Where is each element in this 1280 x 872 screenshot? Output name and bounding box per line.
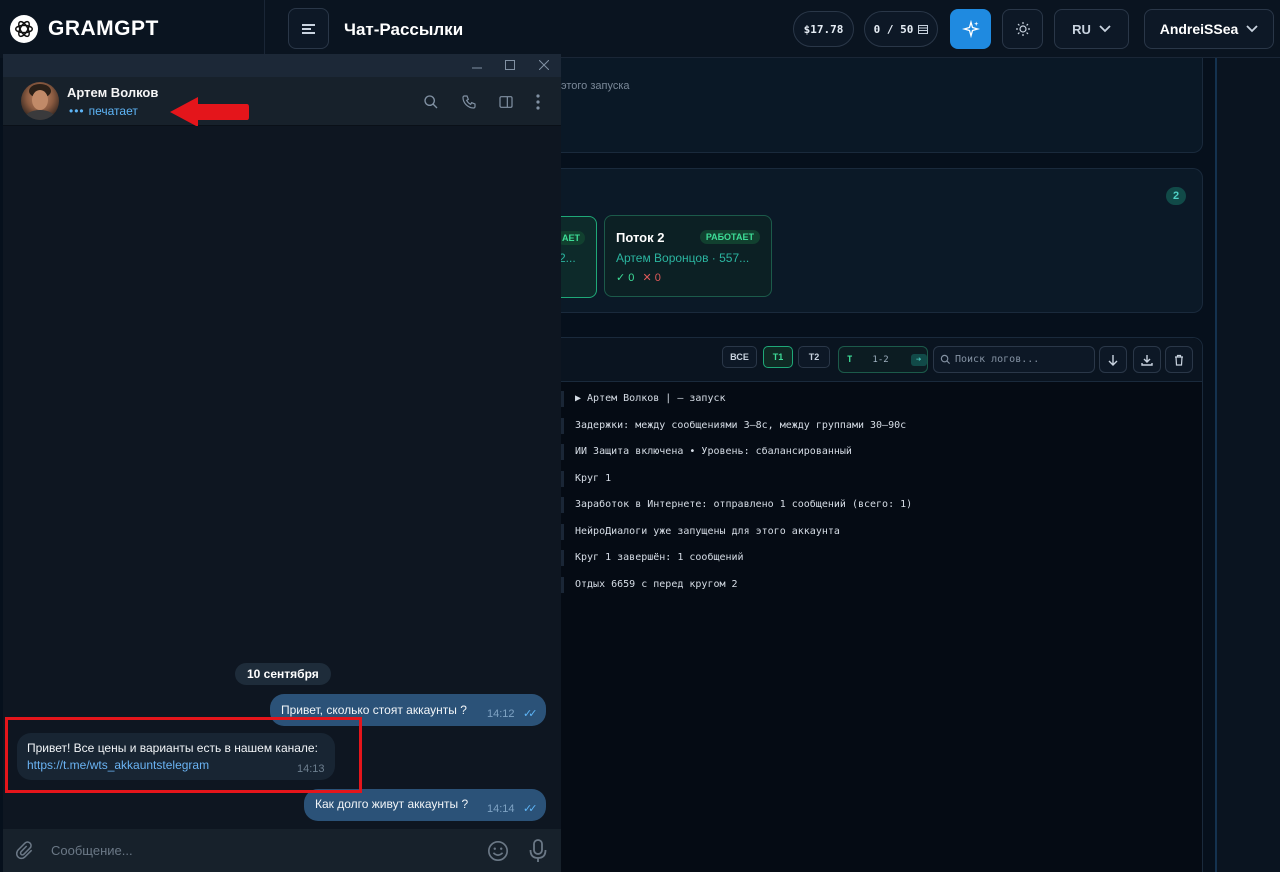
download-button[interactable]	[1133, 346, 1161, 373]
theme-toggle-button[interactable]	[1002, 9, 1043, 49]
message-input[interactable]: Сообщение...	[51, 843, 133, 858]
read-check-icon: ✓✓	[523, 708, 538, 720]
stream-status-badge: АЕТ	[557, 231, 585, 245]
filter-all-button[interactable]: ВСЕ	[722, 346, 757, 368]
search-icon	[940, 354, 951, 365]
stream-subtitle: Артем Воронцов · 557...	[616, 251, 750, 265]
clear-logs-button[interactable]	[1165, 346, 1193, 373]
annotation-arrow-icon	[170, 97, 249, 127]
message-time: 14:12	[487, 708, 515, 720]
arrow-right-icon[interactable]: ➔	[910, 353, 927, 366]
close-icon[interactable]	[536, 57, 552, 73]
annotation-highlight-box	[5, 717, 362, 793]
log-line: НейроДиалоги уже запущены для этого акка…	[561, 524, 840, 540]
ai-sparkle-button[interactable]	[950, 9, 991, 49]
status-text: печатает	[88, 104, 138, 118]
window-titlebar[interactable]	[3, 54, 561, 77]
logs-toolbar: ВСЕ Т1 Т2 Т 1-2 ➔ Поиск логов...	[561, 338, 1202, 382]
emoji-icon[interactable]	[487, 840, 509, 867]
stream-card-1[interactable]: АЕТ 2...	[557, 216, 597, 298]
streams-card: 2 АЕТ 2... Поток 2 РАБОТАЕТ Артем Воронц…	[557, 168, 1203, 313]
stream-card-2[interactable]: Поток 2 РАБОТАЕТ Артем Воронцов · 557...…	[604, 215, 772, 297]
stream-name: Поток 2	[616, 230, 665, 245]
brand-bar: GRAMGPT	[0, 0, 265, 58]
log-line: Круг 1	[561, 471, 611, 487]
sun-icon	[1015, 22, 1030, 36]
filter-t2-button[interactable]: Т2	[798, 346, 830, 368]
date-separator: 10 сентября	[235, 663, 331, 685]
right-panel-edge	[1215, 58, 1280, 872]
card-icon	[918, 24, 929, 34]
message-text: Привет, сколько стоят аккаунты ?	[281, 703, 467, 717]
stream-subtitle: 2...	[559, 251, 576, 265]
counter-value: 0 / 50	[873, 22, 914, 36]
chat-header: Артем Волков ••• печатает	[3, 77, 561, 126]
contact-avatar[interactable]	[21, 82, 59, 120]
range-prefix: Т	[847, 354, 853, 365]
message-outgoing[interactable]: Как долго живут аккаунты ? 14:14 ✓✓	[304, 789, 546, 821]
log-search-input[interactable]: Поиск логов...	[933, 346, 1095, 373]
telegram-window: Артем Волков ••• печатает 10 сентября При…	[3, 54, 561, 872]
stream-range-selector[interactable]: Т 1-2 ➔	[838, 346, 928, 373]
launch-info-card: этого запуска	[561, 58, 1203, 153]
brand-name: GRAMGPT	[48, 17, 159, 40]
log-line: ИИ Защита включена • Уровень: сбалансиро…	[561, 444, 852, 460]
contact-name[interactable]: Артем Волков	[67, 85, 158, 100]
maximize-icon[interactable]	[502, 57, 518, 73]
log-line: Заработок в Интернете: отправлено 1 сооб…	[561, 497, 912, 513]
stream-status-badge: РАБОТАЕТ	[699, 230, 760, 244]
user-menu-button[interactable]: AndreiSSea	[1144, 9, 1274, 49]
message-composer: Сообщение...	[3, 829, 561, 872]
microphone-icon[interactable]	[529, 839, 547, 868]
download-icon	[1141, 354, 1153, 366]
stream-stats: ✓ 0 ✕ 0	[616, 271, 661, 284]
filter-t1-button[interactable]: Т1	[763, 346, 793, 368]
message-text: Как долго живут аккаунты ?	[315, 797, 469, 811]
stream-ok-count: ✓ 0	[616, 272, 635, 284]
balance-badge[interactable]: $17.78	[793, 11, 854, 47]
language-value: RU	[1072, 21, 1091, 37]
arrow-down-icon	[1108, 354, 1118, 366]
log-line: Круг 1 завершён: 1 сообщений	[561, 550, 744, 566]
scroll-down-button[interactable]	[1099, 346, 1127, 373]
attach-icon[interactable]	[15, 840, 35, 867]
counter-badge[interactable]: 0 / 50	[864, 11, 938, 47]
trash-icon	[1175, 354, 1183, 366]
balance-value: $17.78	[803, 22, 844, 36]
read-check-icon: ✓✓	[523, 803, 538, 815]
streams-count-badge: 2	[1166, 187, 1186, 205]
minimize-icon[interactable]	[469, 57, 485, 73]
stream-error-count: ✕ 0	[642, 272, 661, 284]
contact-status: ••• печатает	[69, 104, 138, 118]
chevron-down-icon	[1099, 25, 1111, 33]
more-vertical-icon[interactable]	[528, 92, 548, 112]
launch-hint: этого запуска	[561, 80, 630, 92]
log-line: Отдых 6659 с перед кругом 2	[561, 577, 738, 593]
app-header: Чат-Рассылки $17.78 0 / 50 RU AndreiSSea	[265, 0, 1280, 58]
range-value: 1-2	[872, 354, 889, 365]
log-line: ▶ Артем Волков | — запуск	[561, 391, 726, 407]
sidebar-toggle-icon[interactable]	[496, 92, 516, 112]
search-placeholder: Поиск логов...	[955, 354, 1040, 365]
phone-icon[interactable]	[459, 92, 479, 112]
logs-panel: ВСЕ Т1 Т2 Т 1-2 ➔ Поиск логов... ▶ Артем…	[561, 337, 1203, 872]
menu-icon	[302, 22, 315, 36]
typing-indicator: •••	[69, 104, 85, 118]
language-select[interactable]: RU	[1054, 9, 1129, 49]
log-line: Задержки: между сообщениями 3–8с, между …	[561, 418, 906, 434]
chevron-down-icon	[1246, 25, 1258, 33]
page-title: Чат-Рассылки	[344, 20, 464, 39]
search-icon[interactable]	[421, 92, 441, 112]
sparkle-icon	[961, 20, 980, 38]
message-time: 14:14	[487, 803, 515, 815]
gramgpt-logo-icon	[10, 15, 38, 43]
user-name: AndreiSSea	[1159, 21, 1239, 37]
menu-toggle-button[interactable]	[288, 8, 329, 49]
